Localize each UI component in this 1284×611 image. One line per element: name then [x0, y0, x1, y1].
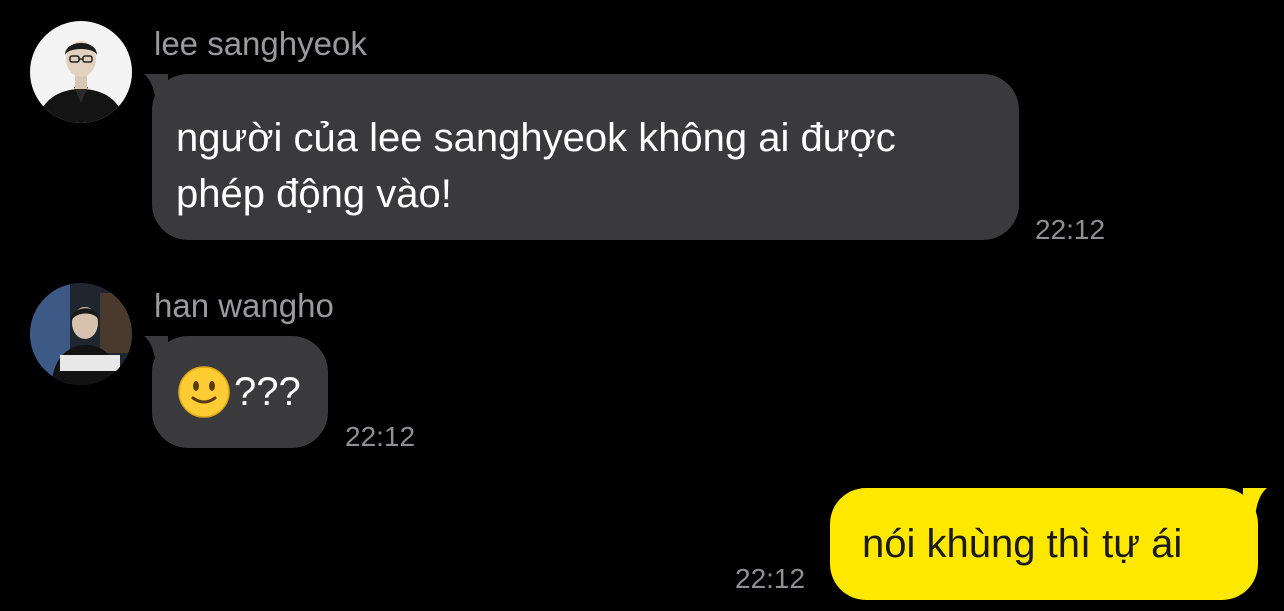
message-text: người của lee sanghyeok không ai được ph…	[176, 116, 896, 216]
message-text: nói khùng thì tự ái	[862, 522, 1183, 566]
sender-avatar-han-wangho[interactable]	[30, 283, 132, 385]
bubble-tail	[1243, 488, 1267, 518]
incoming-message-bubble[interactable]: người của lee sanghyeok không ai được ph…	[144, 74, 1019, 240]
message-timestamp: 22:12	[345, 421, 416, 452]
sender-name: lee sanghyeok	[154, 25, 367, 62]
outgoing-message-bubble[interactable]: nói khùng thì tự ái	[830, 488, 1267, 600]
person-avatar-icon	[30, 283, 132, 385]
incoming-message-bubble[interactable]: ???	[144, 336, 328, 448]
slightly-smiling-face-emoji	[178, 366, 230, 418]
message-text: ???	[234, 370, 301, 414]
person-avatar-icon	[30, 21, 132, 123]
sender-avatar-lee-sanghyeok[interactable]	[30, 21, 132, 123]
message-timestamp: 22:12	[1035, 214, 1106, 245]
message-timestamp: 22:12	[735, 563, 806, 594]
bubble-tail	[144, 74, 168, 104]
bubble-tail	[144, 336, 168, 366]
sender-name: han wangho	[154, 287, 334, 324]
